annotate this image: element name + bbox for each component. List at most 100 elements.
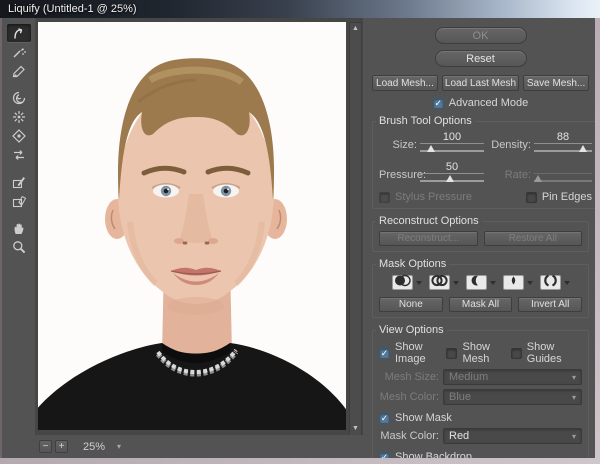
intersect-with-selection-icon: [504, 274, 523, 292]
zoom-tool[interactable]: [7, 238, 31, 256]
mask-options-group: Mask Options: [372, 258, 589, 318]
push-left-icon: [11, 147, 27, 163]
add-to-selection-button[interactable]: [429, 275, 450, 290]
reset-button[interactable]: Reset: [435, 50, 527, 67]
thaw-mask-tool[interactable]: [7, 192, 31, 210]
mesh-size-value: Medium: [449, 371, 488, 383]
size-slider-thumb[interactable]: [427, 145, 435, 152]
liquify-dialog: Liquify (Untitled-1 @ 25%): [0, 0, 600, 464]
invert-selection-dropdown-icon[interactable]: [564, 281, 570, 285]
canvas-statusbar: − + 25% ▾: [35, 435, 363, 458]
pressure-slider-thumb[interactable]: [446, 175, 454, 182]
replace-selection-dropdown-icon[interactable]: [416, 281, 422, 285]
resize-grip[interactable]: [590, 454, 599, 463]
hand-tool[interactable]: [7, 219, 31, 237]
density-label: Density:: [487, 139, 531, 154]
none-button[interactable]: None: [379, 297, 443, 312]
mask-color-chevron-icon: ▾: [572, 432, 576, 441]
twirl-clockwise-tool[interactable]: [7, 89, 31, 107]
mesh-color-dropdown: Blue ▾: [443, 389, 582, 405]
scroll-up-icon[interactable]: ▲: [350, 24, 361, 34]
tool-sidebar: [2, 18, 35, 458]
rate-slider: [534, 162, 592, 184]
mask-color-dropdown[interactable]: Red ▾: [443, 428, 582, 444]
mesh-color-value: Blue: [449, 391, 471, 403]
options-panel: OK Reset Load Mesh... Load Last Mesh Sav…: [363, 18, 595, 458]
subtract-from-selection-dropdown-icon[interactable]: [490, 281, 496, 285]
mask-options-title: Mask Options: [376, 258, 449, 270]
pin-edges-label: Pin Edges: [542, 191, 592, 203]
scroll-down-icon[interactable]: ▼: [350, 424, 361, 434]
show-image-checkbox[interactable]: ✓: [379, 348, 390, 359]
size-slider[interactable]: 100: [420, 131, 484, 154]
mesh-size-chevron-icon: ▾: [572, 373, 576, 382]
reconstruct-button[interactable]: Reconstruct...: [379, 231, 478, 246]
view-options-title: View Options: [376, 324, 447, 336]
bloat-tool[interactable]: [7, 127, 31, 145]
rate-label: Rate:: [487, 169, 531, 184]
density-slider-thumb[interactable]: [579, 145, 587, 152]
zoom-level-value[interactable]: 25%: [83, 441, 105, 453]
bloat-icon: [11, 128, 27, 144]
intersect-with-selection-dropdown-icon[interactable]: [527, 281, 533, 285]
density-slider[interactable]: 88: [534, 131, 592, 154]
show-guides-checkbox[interactable]: [511, 348, 522, 359]
advanced-mode-row: ✓ Advanced Mode: [372, 97, 589, 109]
pin-edges-checkbox[interactable]: [526, 192, 537, 203]
advanced-mode-label: Advanced Mode: [449, 97, 529, 109]
advanced-mode-checkbox[interactable]: ✓: [433, 98, 444, 109]
mesh-color-chevron-icon: ▾: [572, 393, 576, 402]
zoom-out-button[interactable]: −: [39, 440, 52, 453]
rate-value: [534, 162, 592, 174]
load-mesh-button[interactable]: Load Mesh...: [372, 75, 438, 91]
invert-selection-icon: [541, 274, 560, 292]
forward-warp-tool[interactable]: [7, 24, 31, 42]
load-last-mesh-button[interactable]: Load Last Mesh: [442, 75, 519, 91]
freeze-mask-tool[interactable]: [7, 173, 31, 191]
titlebar[interactable]: Liquify (Untitled-1 @ 25%): [0, 0, 600, 18]
canvas-area: ▲ ▼ − + 25% ▾: [35, 18, 363, 458]
zoom-dropdown-icon[interactable]: ▾: [117, 442, 121, 451]
view-options-group: View Options ✓ Show Image Show Mesh Show…: [372, 324, 589, 464]
mask-all-button[interactable]: Mask All: [449, 297, 513, 312]
window-border-left: [0, 18, 2, 458]
reconstruct-tool[interactable]: [7, 43, 31, 61]
window-border-right: [595, 18, 600, 464]
replace-selection-button[interactable]: [392, 275, 413, 290]
pressure-value[interactable]: 50: [420, 161, 484, 174]
window-border-bottom: [0, 458, 600, 464]
stylus-pressure-label: Stylus Pressure: [395, 191, 472, 203]
add-to-selection-dropdown-icon[interactable]: [453, 281, 459, 285]
show-guides-label: Show Guides: [527, 341, 582, 365]
zoom-icon: [11, 239, 27, 255]
ok-button[interactable]: OK: [435, 27, 527, 44]
reconstruct-options-group: Reconstruct Options Reconstruct... Resto…: [372, 215, 589, 252]
mesh-button-row: Load Mesh... Load Last Mesh Save Mesh...: [372, 75, 589, 91]
mesh-size-label: Mesh Size:: [379, 371, 439, 383]
show-mask-checkbox[interactable]: ✓: [379, 413, 390, 424]
freeze-mask-icon: [11, 174, 27, 190]
density-value[interactable]: 88: [534, 131, 592, 144]
brush-tool-options-group: Brush Tool Options Size: 100 Density: 88…: [372, 115, 599, 209]
mask-color-label: Mask Color:: [379, 430, 439, 442]
save-mesh-button[interactable]: Save Mesh...: [523, 75, 589, 91]
smooth-tool[interactable]: [7, 62, 31, 80]
intersect-with-selection-button[interactable]: [503, 275, 524, 290]
zoom-in-button[interactable]: +: [55, 440, 68, 453]
pucker-tool[interactable]: [7, 108, 31, 126]
stylus-pressure-checkbox: [379, 192, 390, 203]
preview-image[interactable]: [38, 22, 346, 430]
invert-selection-button[interactable]: [540, 275, 561, 290]
subtract-from-selection-button[interactable]: [466, 275, 487, 290]
show-mesh-checkbox[interactable]: [446, 348, 457, 359]
restore-all-button[interactable]: Restore All: [484, 231, 583, 246]
size-value[interactable]: 100: [420, 131, 484, 144]
pressure-label: Pressure:: [379, 169, 417, 184]
invert-all-button[interactable]: Invert All: [518, 297, 582, 312]
push-left-tool[interactable]: [7, 146, 31, 164]
dialog-content: ▲ ▼ − + 25% ▾ OK Reset Load Mesh... Load…: [2, 18, 595, 458]
mesh-size-dropdown: Medium ▾: [443, 369, 582, 385]
hand-icon: [11, 220, 27, 236]
pressure-slider[interactable]: 50: [420, 161, 484, 184]
vertical-scrollbar[interactable]: ▲ ▼: [349, 22, 362, 436]
